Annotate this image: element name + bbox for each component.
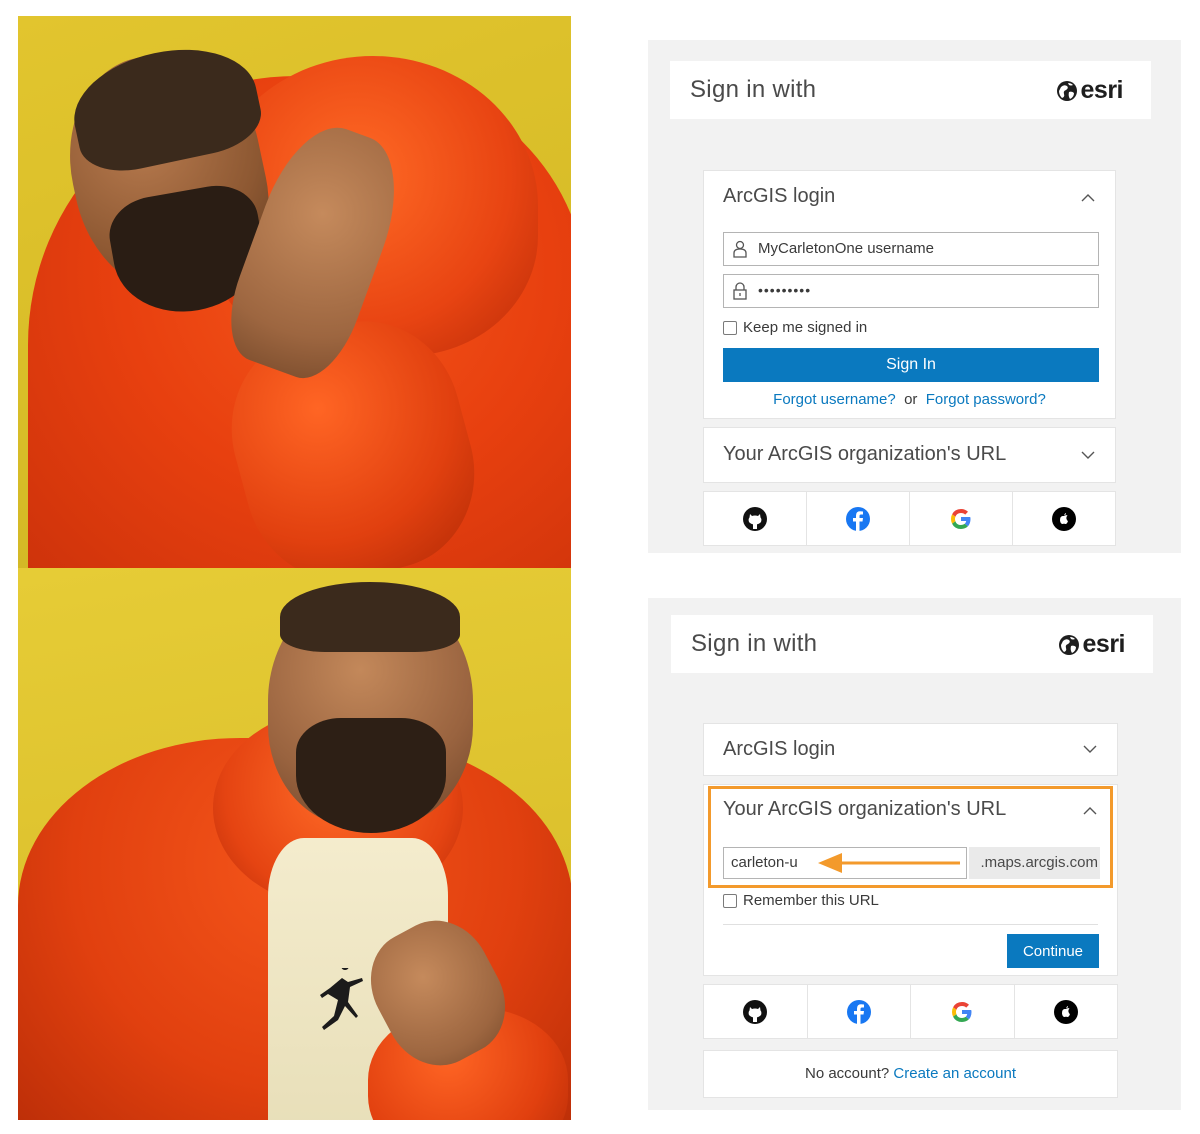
apple-icon	[1052, 506, 1076, 531]
divider	[723, 924, 1098, 925]
username-field[interactable]: MyCarletonOne username	[723, 232, 1099, 266]
forgot-username-link[interactable]: Forgot username?	[773, 391, 896, 408]
no-account-footer: No account? Create an account	[703, 1050, 1118, 1098]
forgot-password-link[interactable]: Forgot password?	[926, 391, 1046, 408]
arcgis-login-title[interactable]: ArcGIS login	[723, 185, 835, 208]
keep-signed-in-label: Keep me signed in	[743, 319, 868, 336]
github-login-button[interactable]	[704, 492, 807, 545]
remember-url-row[interactable]: Remember this URL	[723, 892, 879, 909]
github-icon	[743, 999, 768, 1024]
apple-login-button[interactable]	[1013, 492, 1115, 545]
chevron-up-icon[interactable]	[1081, 191, 1095, 205]
arcgis-login-card: ArcGIS login MyCarletonOne username ••••…	[703, 170, 1116, 419]
social-login-row	[703, 491, 1116, 546]
google-icon	[951, 508, 971, 529]
password-value: •••••••••	[758, 282, 812, 298]
arcgis-login-title[interactable]: ArcGIS login	[723, 738, 835, 761]
sign-in-header: Sign in with esri	[671, 615, 1153, 673]
no-account-text: No account?	[805, 1065, 890, 1082]
sign-in-header: Sign in with esri	[670, 61, 1151, 119]
esri-logo: esri	[1058, 630, 1126, 659]
google-login-button[interactable]	[910, 492, 1013, 545]
google-icon	[952, 1001, 972, 1022]
facebook-login-button[interactable]	[807, 492, 910, 545]
remember-url-checkbox[interactable]	[723, 893, 737, 908]
beard	[296, 718, 446, 833]
meme-photo-approving	[18, 568, 571, 1120]
create-account-link[interactable]: Create an account	[893, 1065, 1016, 1082]
apple-login-button[interactable]	[1015, 985, 1118, 1038]
keep-signed-in-row[interactable]: Keep me signed in	[723, 319, 867, 336]
sign-in-title: Sign in with	[691, 630, 818, 657]
password-field[interactable]: •••••••••	[723, 274, 1099, 308]
login-panel-org-url: Sign in with esri ArcGIS login Your ArcG…	[648, 598, 1181, 1110]
continue-button[interactable]: Continue	[1007, 934, 1099, 968]
org-url-title[interactable]: Your ArcGIS organization's URL	[723, 443, 1006, 466]
remember-url-label: Remember this URL	[743, 892, 879, 909]
facebook-login-button[interactable]	[808, 985, 911, 1038]
lock-icon	[733, 282, 747, 300]
google-login-button[interactable]	[911, 985, 1015, 1038]
login-panel-arcgis-login: Sign in with esri ArcGIS login MyCarleto…	[648, 40, 1181, 553]
chevron-down-icon[interactable]	[1083, 742, 1097, 756]
jumpman-logo-icon	[320, 968, 363, 1030]
sign-in-button[interactable]: Sign In	[723, 348, 1099, 382]
esri-brand-text: esri	[1080, 76, 1124, 104]
meme-photo-rejecting	[18, 16, 571, 568]
hair	[280, 582, 460, 652]
esri-brand-text: esri	[1082, 630, 1126, 658]
github-icon	[743, 506, 767, 531]
org-url-card[interactable]: Your ArcGIS organization's URL	[703, 427, 1116, 483]
chevron-down-icon[interactable]	[1081, 448, 1095, 462]
sign-in-title: Sign in with	[690, 76, 817, 103]
facebook-icon	[846, 506, 870, 531]
or-text: or	[904, 391, 918, 408]
github-login-button[interactable]	[704, 985, 808, 1038]
globe-icon	[1058, 634, 1079, 655]
facebook-icon	[846, 999, 871, 1024]
username-value: MyCarletonOne username	[758, 240, 934, 257]
user-icon	[733, 240, 747, 258]
forgot-links: Forgot username? or Forgot password?	[704, 391, 1115, 408]
arrow-left-icon	[818, 853, 960, 873]
globe-icon	[1056, 80, 1077, 101]
social-login-row	[703, 984, 1118, 1039]
apple-icon	[1053, 999, 1078, 1024]
esri-logo: esri	[1056, 76, 1124, 105]
arcgis-login-card[interactable]: ArcGIS login	[703, 723, 1118, 776]
keep-signed-in-checkbox[interactable]	[723, 320, 737, 335]
